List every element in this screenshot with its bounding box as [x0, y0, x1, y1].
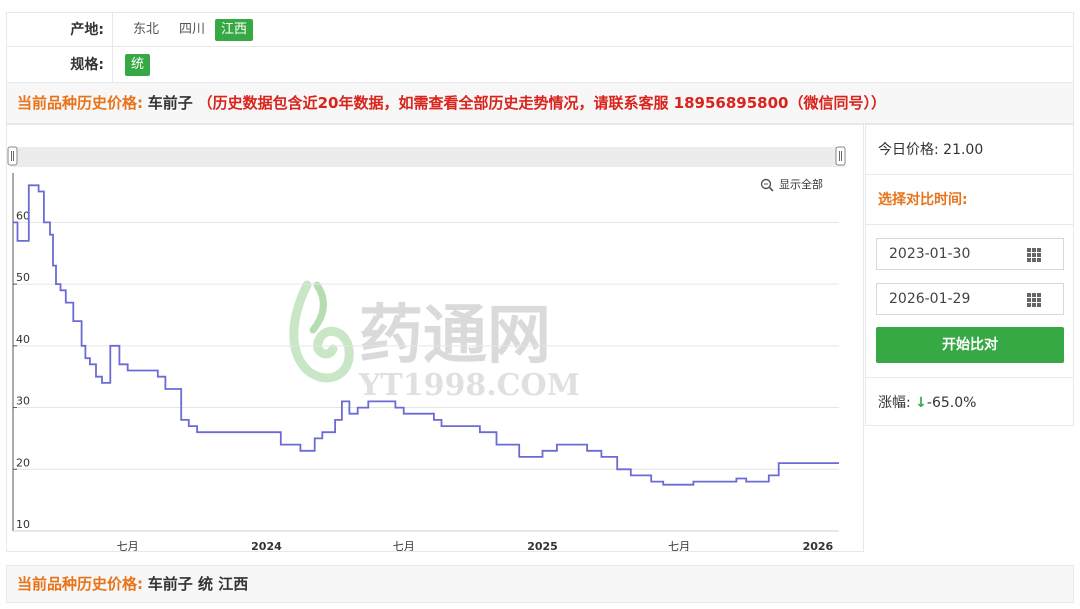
- calendar-grid-icon[interactable]: [1027, 293, 1041, 307]
- x-tick-label: 2024: [251, 540, 282, 551]
- compare-time-row: 选择对比时间:: [866, 175, 1073, 225]
- origin-label: 产地:: [7, 13, 113, 46]
- zoom-slider-track[interactable]: [11, 147, 845, 167]
- title-product: 车前子: [147, 94, 193, 112]
- footer-product-spec: 车前子 统 江西: [147, 575, 249, 593]
- down-arrow-icon: ↓: [915, 395, 927, 411]
- start-date-input[interactable]: 2023-01-30: [876, 238, 1064, 270]
- price-chart-svg: 药通网 YT1998.COM 显示全部 102030405060 七月 2024 七…: [7, 146, 846, 553]
- y-tick-label: 40: [16, 333, 30, 346]
- calendar-grid-icon[interactable]: [1027, 248, 1041, 262]
- change-label: 涨幅:: [878, 395, 911, 411]
- y-tick-label: 20: [16, 456, 30, 469]
- footer-prefix: 当前品种历史价格:: [17, 575, 143, 593]
- zoom-handle-left[interactable]: [7, 146, 18, 166]
- today-price-label: 今日价格:: [878, 142, 939, 158]
- history-price-title: 当前品种历史价格: 车前子 （历史数据包含近20年数据，如需查看全部历史走势情况…: [6, 82, 1074, 124]
- today-price-row: 今日价格: 21.00: [866, 125, 1073, 175]
- x-tick-label: 2026: [803, 540, 834, 551]
- origin-option-sichuan[interactable]: 四川: [173, 19, 211, 41]
- price-chart: 药通网 YT1998.COM 显示全部 10 20 30 40 50 60 七月 2024 七…: [6, 124, 864, 553]
- watermark-domain: YT1998.COM: [358, 368, 580, 403]
- today-price-value: 21.00: [943, 142, 984, 158]
- end-date-input[interactable]: 2026-01-29: [876, 283, 1064, 315]
- title-prefix: 当前品种历史价格:: [17, 94, 143, 112]
- show-all-label: 显示全部: [779, 177, 823, 191]
- x-tick-label: 七月: [393, 540, 415, 551]
- origin-option-jiangxi[interactable]: 江西: [215, 19, 254, 41]
- x-tick-label: 2025: [527, 540, 558, 551]
- start-date-value: 2023-01-30: [889, 246, 971, 262]
- price-change-row: 涨幅: ↓-65.0%: [866, 377, 1073, 427]
- y-tick-label: 10: [16, 518, 30, 531]
- spec-filter-row: 规格: 统: [6, 46, 1074, 82]
- y-tick-label: 30: [16, 395, 30, 408]
- watermark-brand: 药通网: [359, 298, 551, 373]
- x-tick-label: 七月: [117, 540, 139, 551]
- origin-filter-row: 产地: 东北 四川 江西: [6, 12, 1074, 46]
- title-note: （历史数据包含近20年数据，如需查看全部历史走势情况，请联系客服 1895689…: [197, 94, 886, 112]
- end-date-value: 2026-01-29: [889, 291, 971, 307]
- y-tick-label: 50: [16, 271, 30, 284]
- change-value: -65.0%: [926, 395, 977, 411]
- compare-panel: 今日价格: 21.00 选择对比时间: 2023-01-30 2026-01-2…: [865, 124, 1074, 426]
- origin-option-dongbei[interactable]: 东北: [127, 19, 165, 41]
- watermark: 药通网 YT1998.COM: [289, 280, 580, 403]
- watermark-logo-icon: [289, 280, 354, 383]
- x-tick-label: 七月: [668, 540, 690, 551]
- show-all-button[interactable]: 显示全部: [760, 177, 824, 192]
- y-axis: 102030405060: [12, 173, 30, 532]
- spec-option-tong[interactable]: 统: [125, 54, 151, 76]
- x-axis: 七月 2024 七月 2025 七月 2026: [13, 530, 839, 553]
- history-price-footer: 当前品种历史价格: 车前子 统 江西: [6, 565, 1074, 603]
- grid-layer: [13, 221, 839, 470]
- compare-time-label: 选择对比时间:: [878, 192, 968, 208]
- start-compare-button[interactable]: 开始比对: [876, 327, 1064, 363]
- zoom-handle-right[interactable]: [835, 146, 846, 166]
- spec-label: 规格:: [7, 47, 113, 82]
- zoom-icon: [760, 178, 774, 192]
